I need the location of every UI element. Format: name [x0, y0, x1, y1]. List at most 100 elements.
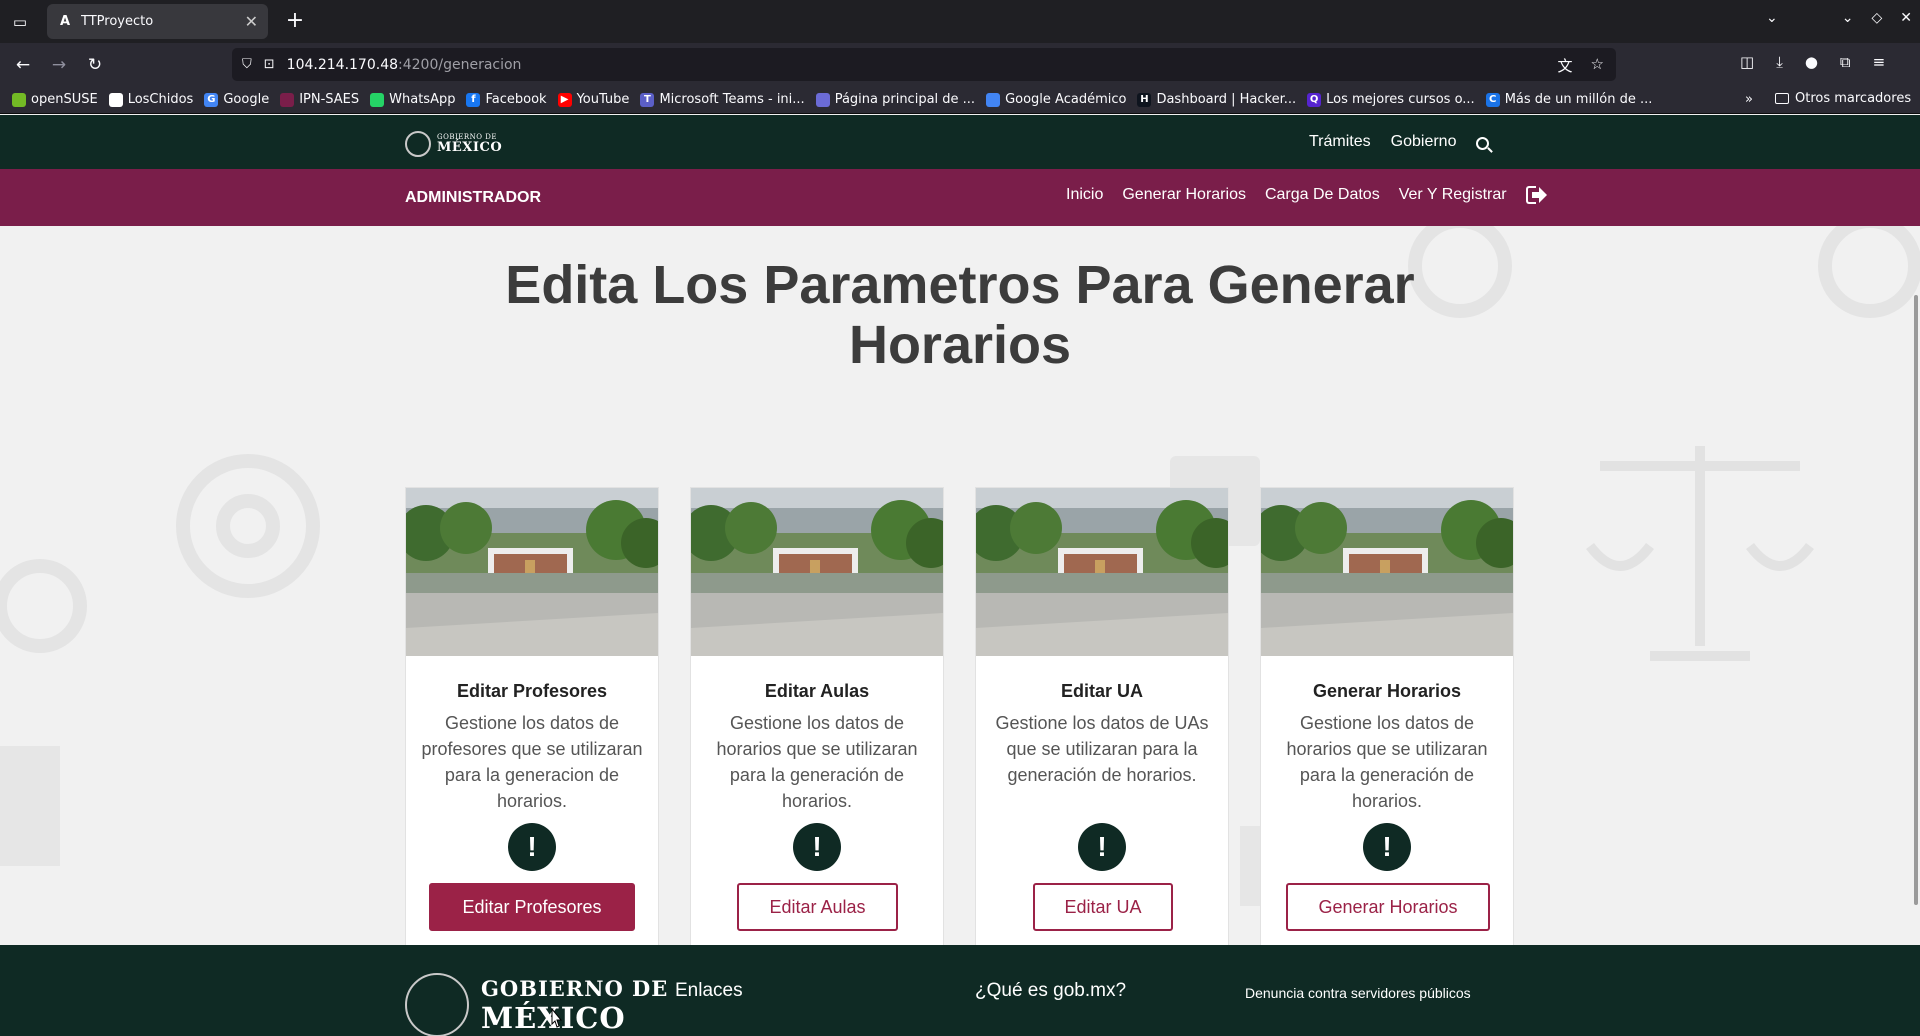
- bookmark-item[interactable]: Google Académico: [986, 92, 1126, 107]
- account-avatar-icon[interactable]: ●: [1805, 53, 1818, 71]
- footer-enlaces: Enlaces: [675, 980, 743, 1002]
- tab-close-icon[interactable]: ✕: [245, 12, 258, 31]
- card: Editar Aulas Gestione los datos de horari…: [690, 487, 944, 947]
- nav-tramites[interactable]: Trámites: [1309, 133, 1371, 151]
- browser-tab-strip: ▭ A TTProyecto ✕ + ⌄ ⌄ ◇ ✕: [0, 0, 1920, 43]
- card: Editar UA Gestione los datos de UAs que s…: [975, 487, 1229, 947]
- downloads-icon[interactable]: ⤓: [1776, 53, 1783, 71]
- bookmark-favicon-icon: [815, 92, 830, 107]
- card-description: Gestione los datos de profesores que se …: [421, 713, 643, 811]
- admin-nav: Inicio Generar Horarios Carga De Datos V…: [1066, 186, 1547, 204]
- footer-denuncia-link[interactable]: Denuncia contra servidores públicos: [1245, 985, 1471, 1001]
- footer-logo-line1: GOBIERNO DE: [481, 975, 669, 1001]
- nav-generar-horarios[interactable]: Generar Horarios: [1122, 186, 1246, 204]
- gob-header-logo[interactable]: GOBIERNO DE MÉXICO: [405, 131, 502, 157]
- extensions-icon[interactable]: ⧉: [1840, 53, 1851, 71]
- browser-tab-active[interactable]: A TTProyecto ✕: [47, 4, 268, 39]
- card-title: Generar Horarios: [1312, 681, 1462, 701]
- exclamation-icon: !: [1078, 823, 1126, 871]
- bookmark-label: Más de un millón de ...: [1504, 92, 1653, 107]
- bookmark-item[interactable]: C Más de un millón de ...: [1485, 92, 1653, 107]
- search-icon[interactable]: [1476, 137, 1490, 150]
- bookmark-favicon-icon: G: [204, 92, 219, 107]
- card-photo: [976, 488, 1228, 656]
- web-page: GOBIERNO DE MÉXICO Trámites Gobierno ADM…: [0, 115, 1920, 1036]
- card-description: Gestione los datos de horarios que se ut…: [1286, 713, 1488, 811]
- bookmark-label: IPN-SAES: [299, 92, 360, 107]
- bookmarks-toolbar: openSUSE LosChidos G Google IPN-SAES WhatsApp…: [0, 86, 1920, 114]
- mouse-cursor-icon: [551, 1008, 563, 1028]
- forward-arrow-icon[interactable]: →: [46, 52, 72, 78]
- bookmark-item[interactable]: T Microsoft Teams - ini...: [640, 92, 805, 107]
- browser-navigation-bar: ← → ↻ ⛉ ⊡ 104.214.170.48:4200/generacion…: [0, 43, 1920, 86]
- bookmark-favicon-icon: Q: [1307, 92, 1322, 107]
- bookmark-label: Los mejores cursos o...: [1326, 92, 1475, 107]
- translate-icon[interactable]: 文: [1558, 55, 1573, 76]
- bookmark-favicon-icon: T: [640, 92, 655, 107]
- card-action-button[interactable]: Generar Horarios: [1286, 883, 1490, 931]
- nav-ver-y-registrar[interactable]: Ver Y Registrar: [1399, 186, 1507, 204]
- card-action-button[interactable]: Editar Aulas: [737, 883, 898, 931]
- card-photo: [691, 488, 943, 656]
- app-menu-icon[interactable]: ≡: [1873, 53, 1886, 71]
- mexico-seal-icon: [405, 973, 469, 1036]
- url-path: :4200/generacion: [398, 56, 522, 73]
- bookmark-item[interactable]: WhatsApp: [370, 92, 455, 107]
- gob-header: GOBIERNO DE MÉXICO Trámites Gobierno: [0, 115, 1920, 169]
- new-tab-button[interactable]: +: [281, 8, 309, 36]
- tab-title: TTProyecto: [81, 14, 154, 29]
- other-bookmarks-folder[interactable]: Otros marcadores: [1775, 91, 1911, 106]
- maximize-window-icon[interactable]: ◇: [1871, 10, 1882, 26]
- card-photo: [1261, 488, 1513, 656]
- bookmark-label: YouTube: [576, 92, 630, 107]
- close-window-icon[interactable]: ✕: [1900, 10, 1912, 26]
- page-scrollbar[interactable]: [1914, 295, 1918, 905]
- url-host: 104.214.170.48: [286, 56, 399, 73]
- bookmark-label: WhatsApp: [389, 92, 456, 107]
- bookmark-item[interactable]: f Facebook: [466, 92, 547, 107]
- shield-icon[interactable]: ⛉: [242, 57, 252, 72]
- gob-header-nav: Trámites Gobierno: [1309, 133, 1490, 151]
- footer-logo-line2: MÉXICO: [481, 1001, 668, 1035]
- bookmark-item[interactable]: LosChidos: [108, 92, 193, 107]
- bookmark-favicon-icon: [986, 92, 1001, 107]
- footer-enlaces-heading: Enlaces: [675, 980, 743, 1001]
- bookmark-item[interactable]: Q Los mejores cursos o...: [1307, 92, 1475, 107]
- footer-que-es-gob: ¿Qué es gob.mx?: [975, 980, 1126, 1002]
- bookmarks-overflow-icon[interactable]: »: [1745, 92, 1753, 107]
- tab-favicon-icon: A: [59, 13, 71, 29]
- card-action-button[interactable]: Editar UA: [1033, 883, 1173, 931]
- reload-icon[interactable]: ↻: [82, 52, 108, 78]
- nav-inicio[interactable]: Inicio: [1066, 186, 1103, 204]
- nav-carga-de-datos[interactable]: Carga De Datos: [1265, 186, 1380, 204]
- address-bar[interactable]: ⛉ ⊡ 104.214.170.48:4200/generacion 文 ☆: [232, 48, 1616, 81]
- footer-logo[interactable]: GOBIERNO DE MÉXICO: [405, 973, 668, 1036]
- exclamation-icon: !: [1363, 823, 1411, 871]
- card: Editar Profesores Gestione los datos de p…: [405, 487, 659, 947]
- bookmark-item[interactable]: ▶ YouTube: [557, 92, 630, 107]
- list-all-tabs-icon[interactable]: ▭: [8, 10, 32, 34]
- nav-gobierno[interactable]: Gobierno: [1391, 133, 1457, 151]
- admin-title[interactable]: ADMINISTRADOR: [405, 189, 541, 207]
- bookmark-item[interactable]: G Google: [204, 92, 269, 107]
- card-description: Gestione los datos de UAs que se utiliza…: [995, 713, 1209, 785]
- card-description: Gestione los datos de horarios que se ut…: [716, 713, 918, 811]
- tab-overflow-chevron-icon[interactable]: ⌄: [1766, 10, 1778, 26]
- card-title: Editar Aulas: [764, 681, 870, 701]
- logout-icon[interactable]: [1525, 186, 1547, 204]
- bookmark-star-icon[interactable]: ☆: [1591, 55, 1604, 76]
- bookmark-item[interactable]: H Dashboard | Hacker...: [1137, 92, 1296, 107]
- bookmark-item[interactable]: openSUSE: [12, 92, 98, 107]
- cards-grid: Editar Profesores Gestione los datos de p…: [405, 487, 1515, 947]
- card-photo: [406, 488, 658, 656]
- back-arrow-icon[interactable]: ←: [10, 52, 36, 78]
- lock-icon[interactable]: ⊡: [264, 57, 275, 72]
- footer-que-es-heading: ¿Qué es gob.mx?: [975, 980, 1127, 1001]
- bookmark-label: Google Académico: [1005, 92, 1127, 107]
- pocket-icon[interactable]: ◫: [1740, 53, 1754, 71]
- admin-navbar: ADMINISTRADOR Inicio Generar Horarios Ca…: [0, 169, 1920, 226]
- minimize-window-icon[interactable]: ⌄: [1842, 10, 1854, 26]
- card-action-button[interactable]: Editar Profesores: [429, 883, 635, 931]
- bookmark-item[interactable]: IPN-SAES: [280, 92, 359, 107]
- bookmark-item[interactable]: Página principal de ...: [815, 92, 975, 107]
